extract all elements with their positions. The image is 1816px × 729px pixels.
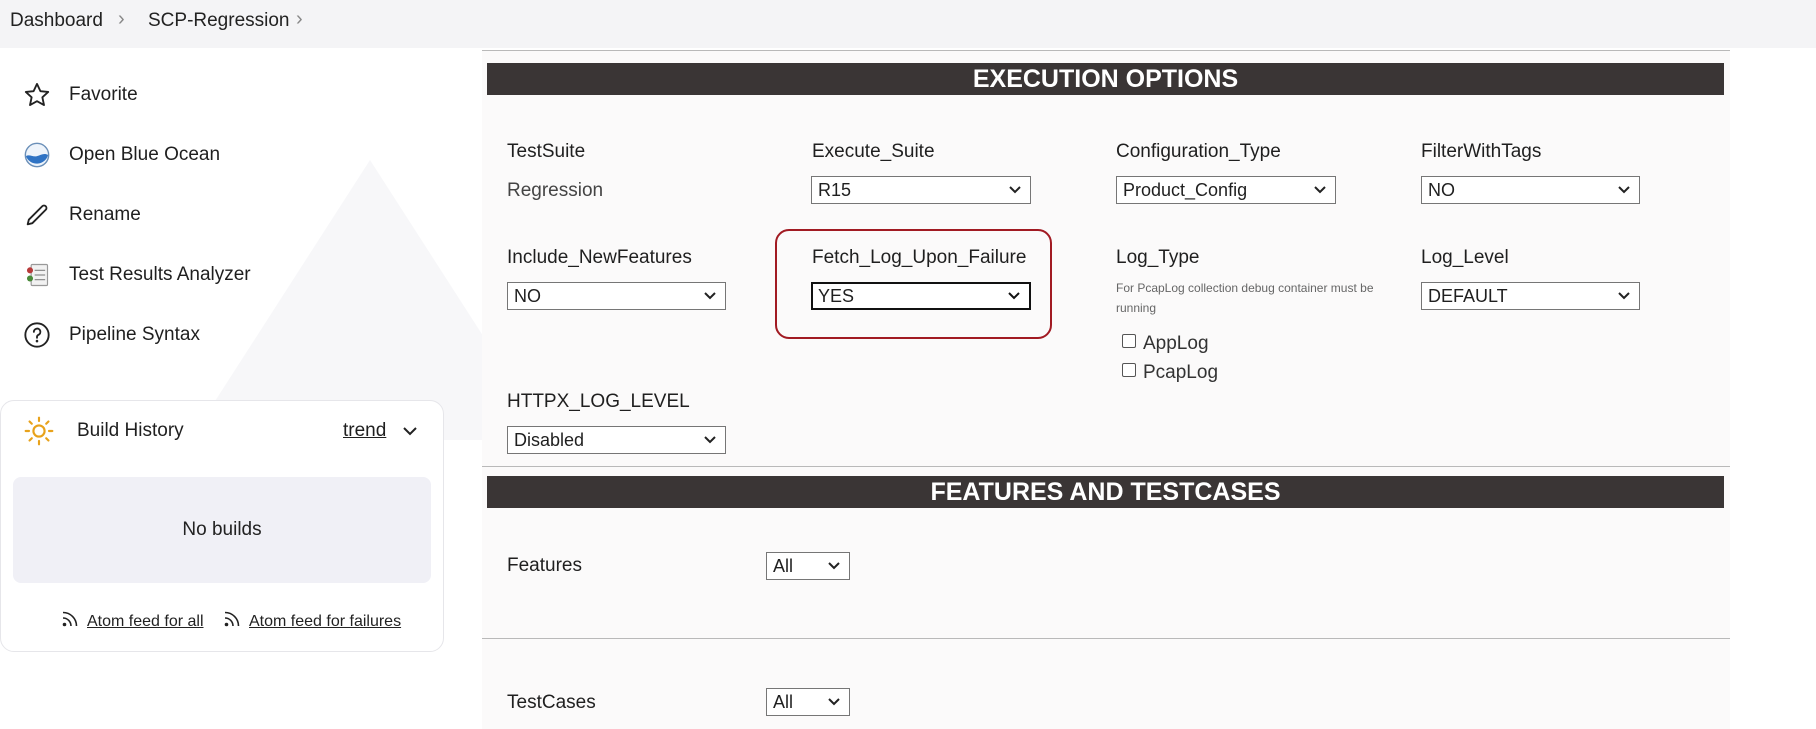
sidebar-item-label: Pipeline Syntax — [69, 324, 200, 345]
star-icon — [22, 80, 52, 110]
httpx-log-level-select[interactable]: Disabled — [507, 426, 726, 454]
configuration-type-label: Configuration_Type — [1116, 141, 1281, 162]
sidebar-item-rename[interactable]: Rename — [22, 197, 141, 233]
configuration-type-select[interactable]: Product_Config — [1116, 176, 1336, 204]
breadcrumb: Dashboard › SCP-Regression › — [0, 0, 1816, 48]
blue-ocean-icon — [22, 140, 52, 170]
execution-options-header: EXECUTION OPTIONS — [487, 63, 1724, 95]
sun-icon — [23, 415, 55, 452]
chevron-down-icon — [1618, 292, 1630, 300]
parameters-panel — [482, 50, 1730, 729]
pencil-icon — [22, 200, 52, 230]
breadcrumb-job[interactable]: SCP-Regression — [148, 10, 290, 32]
fetch-log-label: Fetch_Log_Upon_Failure — [812, 247, 1027, 268]
sidebar-item-test-results-analyzer[interactable]: Test Results Analyzer — [22, 257, 251, 293]
breadcrumb-separator-icon[interactable]: › — [296, 8, 303, 31]
rss-icon — [223, 610, 241, 633]
chevron-down-icon — [1618, 186, 1630, 194]
log-level-label: Log_Level — [1421, 247, 1509, 268]
testcases-select[interactable]: All — [766, 688, 850, 716]
filter-with-tags-select[interactable]: NO — [1421, 176, 1640, 204]
features-label: Features — [507, 555, 582, 576]
log-type-label: Log_Type — [1116, 247, 1200, 268]
applog-label: AppLog — [1143, 333, 1209, 354]
atom-feed-failures-link[interactable]: Atom feed for failures — [249, 613, 401, 631]
testsuite-value: Regression — [507, 180, 604, 201]
httpx-log-level-label: HTTPX_LOG_LEVEL — [507, 391, 690, 412]
breadcrumb-dashboard[interactable]: Dashboard — [10, 10, 103, 32]
chevron-down-icon — [828, 562, 840, 570]
features-testcases-header: FEATURES AND TESTCASES — [487, 476, 1724, 508]
atom-feed-all-link[interactable]: Atom feed for all — [87, 613, 204, 631]
chevron-down-icon — [1314, 186, 1326, 194]
build-history-panel: Build History trend No builds Atom feed … — [0, 400, 444, 652]
help-circle-icon — [22, 320, 52, 350]
fetch-log-select[interactable]: YES — [811, 282, 1031, 310]
trend-link[interactable]: trend — [343, 420, 386, 442]
chevron-down-icon[interactable] — [401, 424, 419, 443]
build-history-title: Build History — [77, 420, 184, 441]
sidebar-item-label: Favorite — [69, 84, 138, 105]
sidebar-item-label: Test Results Analyzer — [69, 264, 251, 285]
test-results-icon — [22, 260, 52, 290]
features-select[interactable]: All — [766, 552, 850, 580]
sidebar-item-pipeline-syntax[interactable]: Pipeline Syntax — [22, 317, 200, 353]
divider — [482, 466, 1730, 467]
applog-checkbox[interactable] — [1122, 334, 1136, 348]
pcaplog-checkbox[interactable] — [1122, 363, 1136, 377]
chevron-down-icon — [828, 698, 840, 706]
sidebar-item-favorite[interactable]: Favorite — [22, 77, 138, 113]
divider — [482, 50, 1730, 51]
filter-with-tags-label: FilterWithTags — [1421, 141, 1542, 162]
sidebar-item-blue-ocean[interactable]: Open Blue Ocean — [22, 137, 220, 173]
no-builds-message: No builds — [13, 477, 431, 583]
log-type-note: For PcapLog collection debug container m… — [1116, 281, 1374, 315]
execute-suite-select[interactable]: R15 — [811, 176, 1031, 204]
include-new-features-label: Include_NewFeatures — [507, 247, 692, 268]
testsuite-label: TestSuite — [507, 141, 586, 162]
rss-icon — [61, 610, 79, 633]
chevron-down-icon — [704, 436, 716, 444]
divider — [482, 638, 1730, 639]
log-level-select[interactable]: DEFAULT — [1421, 282, 1640, 310]
chevron-down-icon — [1009, 186, 1021, 194]
chevron-down-icon — [704, 292, 716, 300]
testcases-label: TestCases — [507, 692, 596, 713]
include-new-features-select[interactable]: NO — [507, 282, 726, 310]
execute-suite-label: Execute_Suite — [812, 141, 935, 162]
chevron-down-icon — [1008, 292, 1020, 300]
pcaplog-label: PcapLog — [1143, 362, 1219, 383]
sidebar-item-label: Open Blue Ocean — [69, 144, 221, 165]
sidebar-item-label: Rename — [69, 204, 141, 225]
breadcrumb-separator-icon: › — [118, 8, 125, 30]
